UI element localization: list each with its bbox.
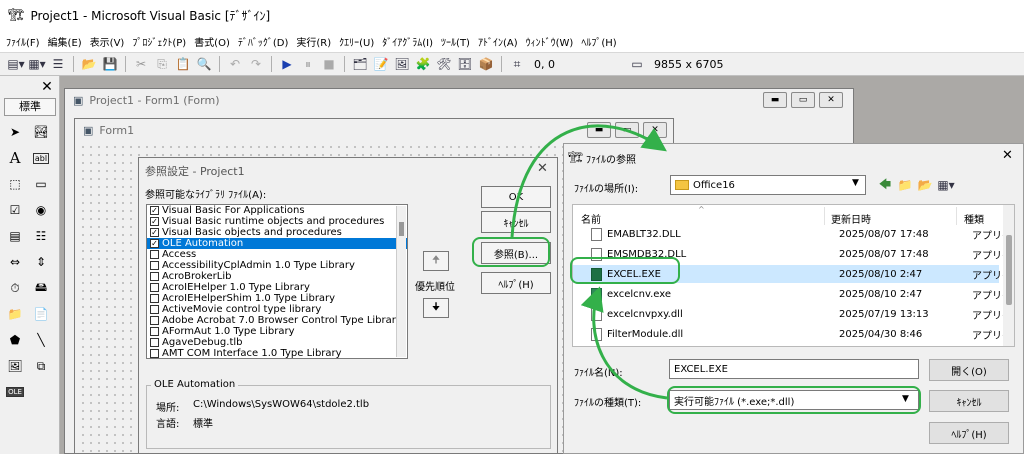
arrow-filetype-to-excel	[580, 286, 668, 400]
arrow-browse-to-file-dialog	[510, 124, 667, 238]
annotation-arrows	[510, 124, 668, 400]
